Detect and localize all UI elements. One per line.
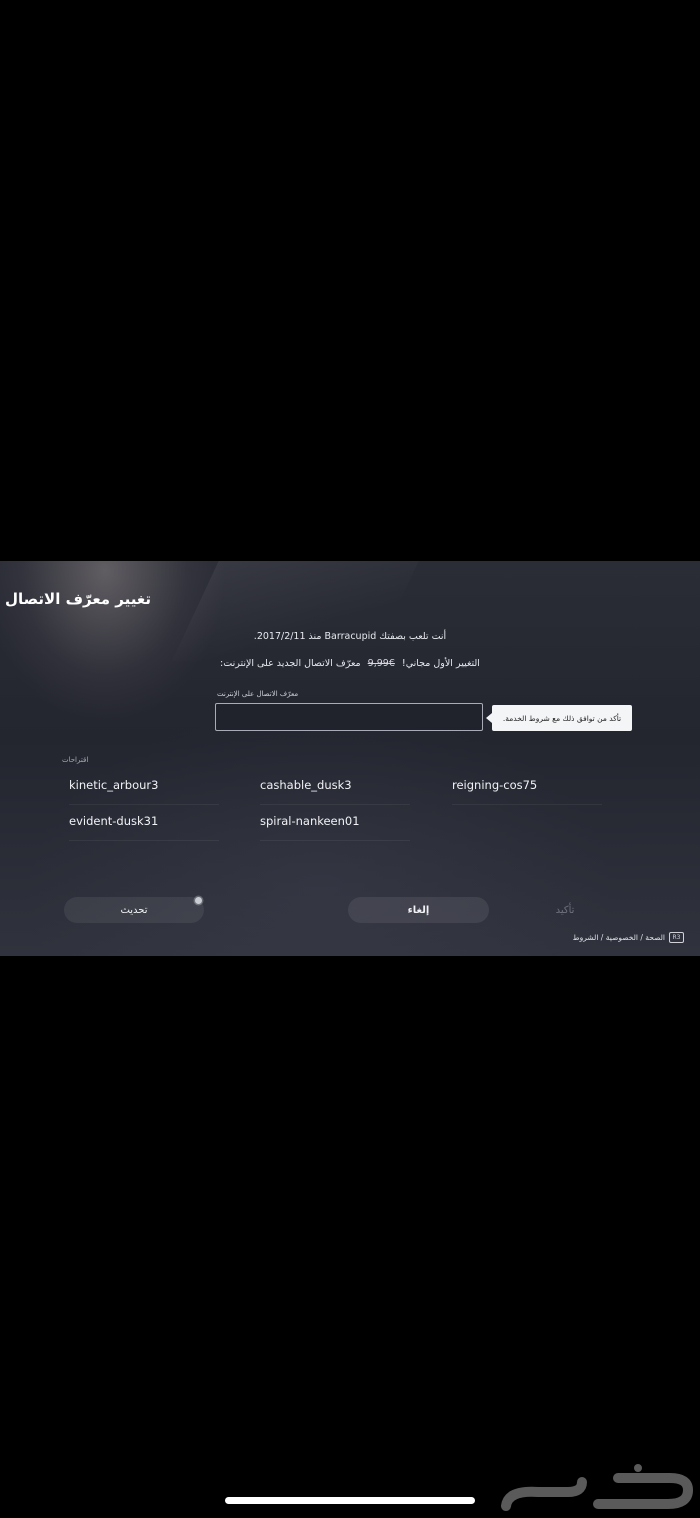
- haraj-watermark-logo: [501, 1464, 694, 1511]
- free-change-text: التغيير الأول مجاني!: [401, 658, 480, 669]
- suggestion-item[interactable]: reigning-cos75: [452, 778, 603, 805]
- page-title: تغيير معرّف الاتصال: [4, 590, 151, 608]
- home-indicator[interactable]: [225, 1497, 475, 1504]
- online-id-label: معرّف الاتصال على الإنترنت: [217, 690, 299, 698]
- footer-links[interactable]: R3 الصحة / الخصوصية / الشروط: [573, 932, 684, 943]
- refresh-button[interactable]: تحديث: [64, 897, 204, 923]
- suggestion-item[interactable]: kinetic_arbour3: [69, 778, 220, 805]
- suggestion-item[interactable]: evident-dusk31: [69, 814, 220, 841]
- suggestion-item[interactable]: spiral-nankeen01: [260, 814, 410, 841]
- footer-links-text: الصحة / الخصوصية / الشروط: [572, 933, 665, 942]
- ps5-screen: تغيير معرّف الاتصال أنت تلعب بصفتك Barra…: [0, 561, 700, 956]
- confirm-button[interactable]: تأكيد: [520, 897, 610, 923]
- price-info-text: التغيير الأول مجاني! €9,99 معرّف الاتصال…: [0, 658, 700, 669]
- light-beam: [172, 561, 428, 661]
- old-price: €9,99: [367, 658, 395, 669]
- new-id-prompt: معرّف الاتصال الجديد على الإنترنت:: [220, 658, 361, 669]
- online-id-input[interactable]: [215, 703, 483, 731]
- cancel-button[interactable]: إلغاء: [348, 897, 489, 923]
- terms-tooltip: تأكد من توافق ذلك مع شروط الخدمة.: [486, 705, 632, 731]
- suggestion-item[interactable]: cashable_dusk3: [260, 778, 410, 805]
- suggestions-label: اقتراحات: [62, 756, 89, 764]
- r3-button-icon: R3: [669, 932, 684, 943]
- account-info-text: أنت تلعب بصفتك Barracupid منذ 2017/2/11.: [253, 631, 447, 642]
- focus-marker-icon: [195, 897, 202, 904]
